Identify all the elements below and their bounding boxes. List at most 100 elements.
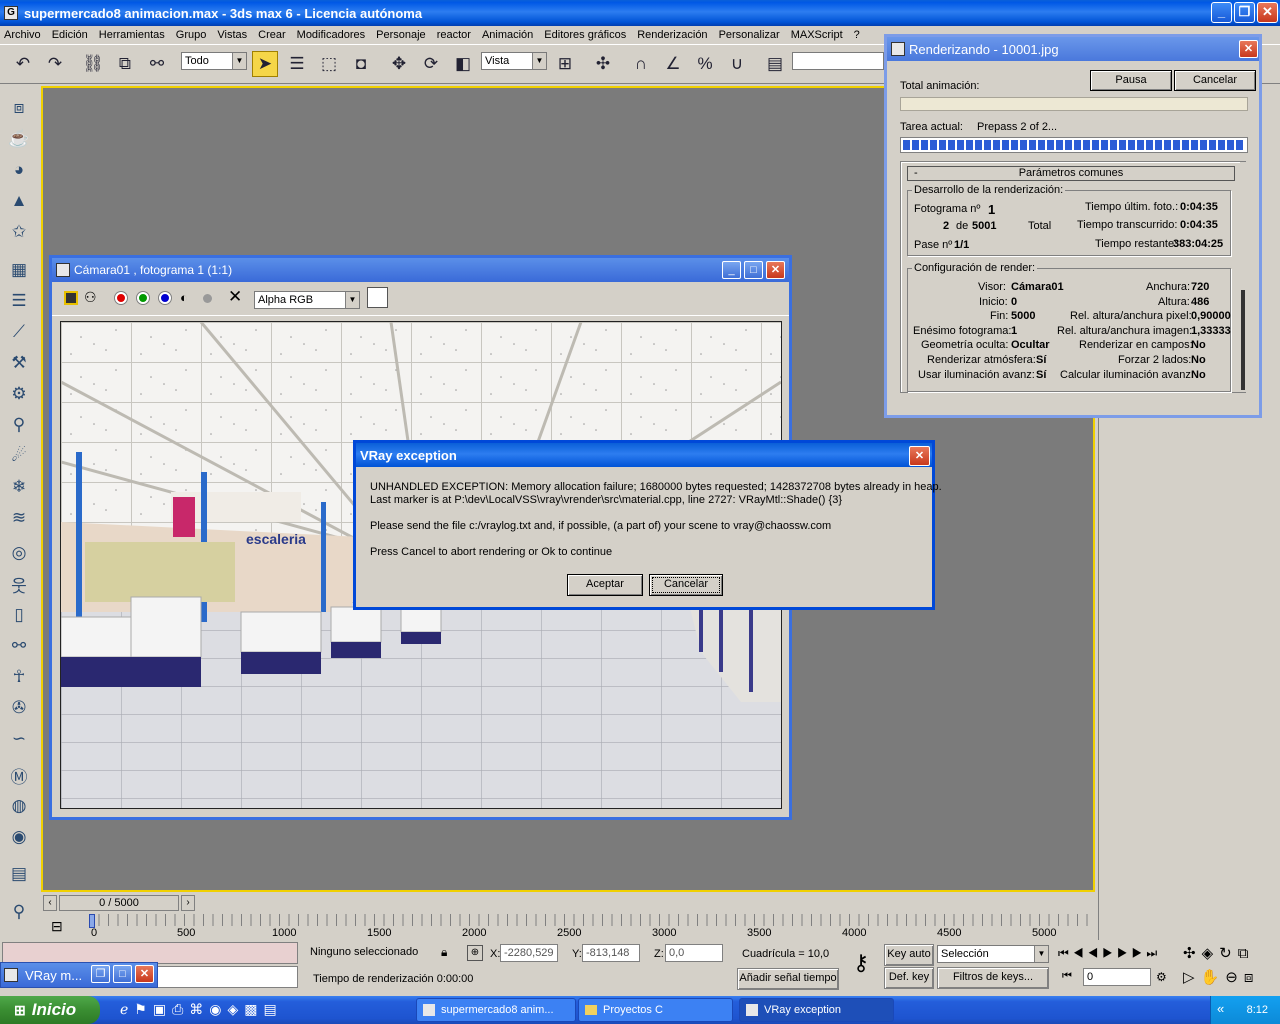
redo-icon[interactable]: ↷ — [42, 51, 68, 77]
media-icon[interactable]: ◈ — [228, 1001, 245, 1017]
pivot-center-icon[interactable]: ⊞ — [552, 51, 578, 77]
link-icon[interactable]: ⛓ — [80, 51, 106, 77]
script-icon[interactable]: ▤ — [6, 861, 32, 887]
ie-icon[interactable]: ℯ — [120, 1001, 134, 1017]
menu-grupo[interactable]: Grupo — [176, 29, 207, 41]
key-icon[interactable]: ⚷ — [842, 950, 880, 980]
absolute-mode-icon[interactable]: ⊕ — [467, 945, 483, 961]
key-filters-button[interactable]: Filtros de keys... — [937, 967, 1049, 989]
menu-animacion[interactable]: Animación — [482, 29, 533, 41]
min-max-toggle-icon[interactable]: ⧈ — [1244, 969, 1260, 986]
menu-vistas[interactable]: Vistas — [217, 29, 247, 41]
region-select-icon[interactable]: ⬚ — [316, 51, 342, 77]
menu-editores-graficos[interactable]: Editores gráficos — [544, 29, 626, 41]
key-mode-icon[interactable]: ⏮ — [1062, 970, 1072, 983]
sphere-icon[interactable]: ◕ — [6, 157, 32, 183]
material-icon[interactable]: Ⓜ — [6, 762, 32, 788]
select-manipulate-icon[interactable]: ✣ — [590, 51, 616, 77]
zoom-all-icon[interactable]: ◈ — [1202, 945, 1220, 962]
scrollbar-thumb[interactable] — [1241, 290, 1245, 390]
pin-icon[interactable]: ⚲ — [6, 412, 32, 438]
maximize-button[interactable]: ❐ — [1234, 2, 1255, 23]
start-button[interactable]: ⊞ Inicio — [0, 996, 100, 1024]
maximize-button[interactable]: □ — [113, 965, 132, 983]
selection-filter-dropdown[interactable]: Todo ▼ — [181, 52, 247, 70]
reference-coord-dropdown[interactable]: Vista ▼ — [481, 52, 547, 70]
network-icon[interactable]: ⌘ — [189, 1001, 209, 1017]
archive-icon[interactable]: ▤ — [264, 1001, 283, 1017]
time-slider-thumb[interactable]: 0 / 5000 — [59, 895, 179, 911]
x-coord-field[interactable]: -2280,529 — [500, 944, 558, 962]
teapot-render-icon[interactable]: ◉ — [6, 824, 32, 850]
menu-renderizacion[interactable]: Renderización — [637, 29, 707, 41]
frame-maximize-button[interactable]: □ — [744, 261, 763, 279]
menu-edicion[interactable]: Edición — [52, 29, 88, 41]
color-swatch[interactable] — [367, 287, 388, 308]
stack-icon[interactable]: ☰ — [6, 288, 32, 314]
time-config-icon[interactable]: ⚙ — [1156, 970, 1167, 984]
alpha-toggle-icon[interactable]: ◐ — [180, 290, 188, 305]
window-crossing-icon[interactable]: ◘ — [348, 51, 374, 77]
save-icon[interactable] — [64, 291, 78, 305]
spinner-snap-icon[interactable]: ∪ — [724, 51, 750, 77]
vray-dialog-close-button[interactable]: ✕ — [909, 446, 930, 466]
zoom-icon[interactable]: ⚲ — [6, 899, 32, 925]
particles-icon[interactable]: ❄ — [6, 474, 32, 500]
percent-snap-icon[interactable]: % — [692, 51, 718, 77]
arc-rotate-icon[interactable]: ⊖ — [1225, 969, 1244, 986]
red-channel-toggle[interactable] — [115, 292, 127, 304]
track-bar[interactable]: ⊟ 0 500 1000 1500 2000 2500 3000 3500 40… — [41, 912, 1095, 942]
undo-icon[interactable]: ↶ — [10, 51, 36, 77]
frame-minimize-button[interactable]: _ — [722, 261, 741, 279]
auto-key-button[interactable]: Key auto — [884, 944, 934, 966]
menu-herramientas[interactable]: Herramientas — [99, 29, 165, 41]
named-selection-icon[interactable]: ▤ — [762, 51, 788, 77]
frame-close-button[interactable]: ✕ — [766, 261, 785, 279]
green-channel-toggle[interactable] — [137, 292, 149, 304]
channel-dropdown[interactable]: Alpha RGB ▼ — [254, 291, 360, 309]
cancel-render-button[interactable]: Cancelar — [1174, 70, 1256, 91]
zoom-viewport-icon[interactable]: ✣ — [1183, 945, 1202, 962]
ok-button[interactable]: Aceptar — [567, 574, 643, 596]
play-icon[interactable]: ▶ — [1102, 946, 1117, 960]
blue-channel-toggle[interactable] — [159, 292, 171, 304]
wheel-icon[interactable]: ✇ — [6, 695, 32, 721]
rotate-icon[interactable]: ⟳ — [418, 51, 444, 77]
gear-icon[interactable]: ⚙ — [6, 381, 32, 407]
maxscript-listener-mini[interactable] — [2, 942, 298, 964]
box-icon[interactable]: ⧈ — [6, 95, 32, 121]
menu-personaje[interactable]: Personaje — [376, 29, 426, 41]
prev-frame-arrow[interactable]: ‹ — [43, 895, 57, 911]
printer-icon[interactable]: ⎙ — [172, 1001, 189, 1017]
restore-button[interactable]: ❐ — [91, 965, 110, 983]
folder-icon[interactable]: ▣ — [153, 1001, 172, 1017]
current-frame-field[interactable]: 0 — [1083, 968, 1151, 986]
photo-icon[interactable]: ▩ — [244, 1001, 263, 1017]
common-parameters-header[interactable]: - Parámetros comunes — [907, 166, 1235, 181]
next-key-icon[interactable]: ▶▶ — [1117, 946, 1146, 960]
named-selection-sets-field[interactable] — [792, 52, 884, 70]
current-frame-marker[interactable] — [89, 914, 95, 928]
minimize-button[interactable]: _ — [1211, 2, 1232, 23]
tray-expand-icon[interactable]: « — [1217, 1001, 1224, 1016]
menu-archivo[interactable]: Archivo — [4, 29, 41, 41]
rope-icon[interactable]: ∽ — [6, 726, 32, 752]
menu-personalizar[interactable]: Personalizar — [719, 29, 780, 41]
rollout-scrollbar[interactable] — [1240, 162, 1246, 392]
taskbar-item-proyectos[interactable]: Proyectos C — [578, 998, 733, 1022]
orbit-icon[interactable]: ↻ — [1219, 945, 1238, 962]
taskbar-item-vray-exception[interactable]: VRay exception — [739, 998, 894, 1022]
bones-icon[interactable]: ⚯ — [6, 633, 32, 659]
select-by-name-icon[interactable]: ☰ — [284, 51, 310, 77]
pause-button[interactable]: Pausa — [1090, 70, 1172, 91]
torus-icon[interactable]: ◎ — [6, 540, 32, 566]
cancel-button[interactable]: Cancelar — [649, 574, 723, 596]
select-object-icon[interactable]: ➤ — [252, 51, 278, 77]
prev-key-icon[interactable]: ◀◀ — [1073, 946, 1102, 960]
star-icon[interactable]: ✩ — [6, 219, 32, 245]
bricks-icon[interactable]: ▦ — [6, 257, 32, 283]
biped-icon[interactable]: 웃 — [6, 571, 32, 597]
z-coord-field[interactable]: 0,0 — [665, 944, 723, 962]
scale-icon[interactable]: ◧ — [450, 51, 476, 77]
mini-curve-editor-icon[interactable]: ⊟ — [51, 918, 63, 935]
